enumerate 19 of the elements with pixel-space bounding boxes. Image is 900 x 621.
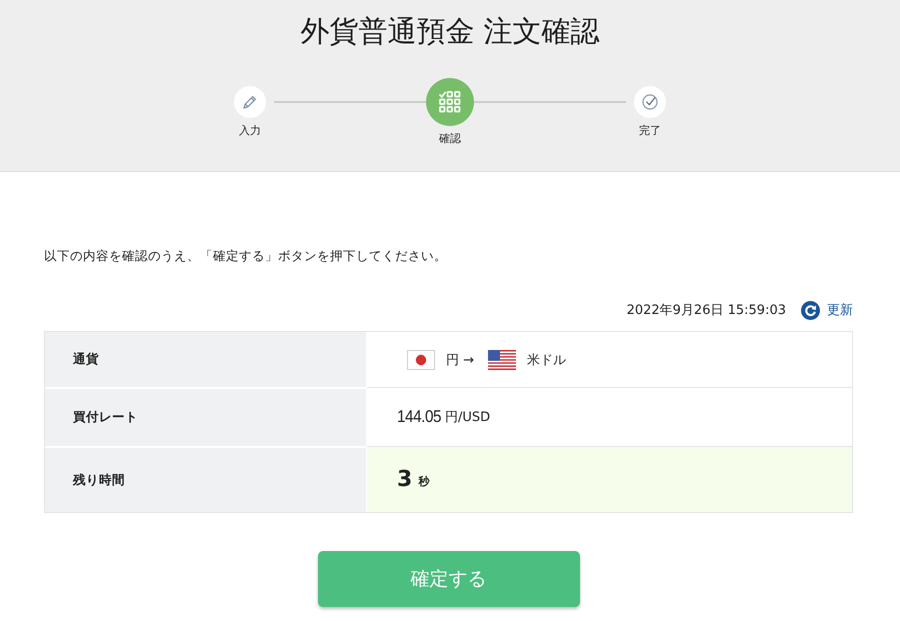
- timestamp: 2022年9月26日 15:59:03: [626, 302, 786, 319]
- step-label: 入力: [239, 124, 261, 138]
- row-label: 買付レート: [45, 387, 367, 446]
- row-label: 通貨: [45, 332, 367, 387]
- countdown-value: 3: [397, 467, 412, 492]
- to-currency: 米ドル: [527, 352, 566, 368]
- instruction-text: 以下の内容を確認のうえ、「確定する」ボタンを押下してください。: [44, 247, 448, 265]
- refresh-icon: [801, 300, 820, 320]
- step-label: 確認: [439, 132, 461, 146]
- us-flag-icon: [488, 350, 516, 370]
- rate-value: 144.05: [397, 407, 442, 427]
- rate-unit: 円/USD: [445, 409, 490, 426]
- countdown-unit: 秒: [418, 474, 430, 489]
- japan-flag-icon: [407, 350, 435, 370]
- from-currency: 円 →: [446, 352, 474, 368]
- page-title: 外貨普通預金 注文確認: [299, 13, 601, 50]
- step-label: 完了: [639, 124, 661, 138]
- row-label: 残り時間: [45, 446, 367, 512]
- refresh-link[interactable]: 更新: [801, 300, 853, 320]
